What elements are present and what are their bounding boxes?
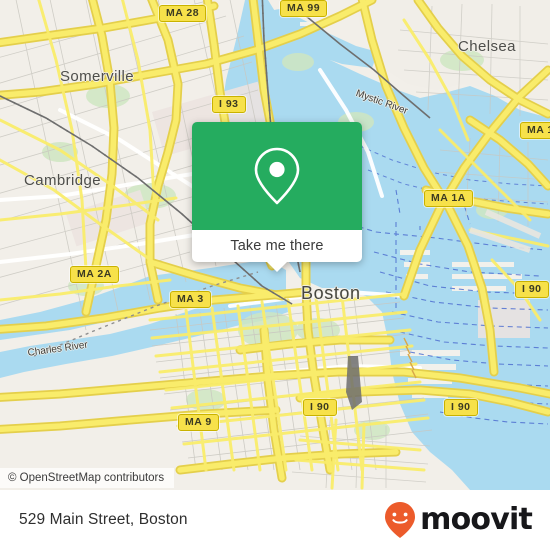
highway-shield-ma-99: MA 99 [280, 0, 328, 17]
popup-pointer-tail [267, 262, 287, 272]
highway-shield-ma-1: MA 1 [520, 122, 550, 139]
highway-shield-i-90-downtown: I 90 [303, 399, 337, 416]
take-me-there-button[interactable]: Take me there [192, 230, 362, 272]
footer-bar: 529 Main Street, Boston moovit [0, 490, 550, 550]
highway-shield-ma-9: MA 9 [178, 414, 219, 431]
map-viewport[interactable]: Somerville Cambridge Chelsea Boston Myst… [0, 0, 550, 490]
location-popup-card[interactable]: Take me there [192, 122, 362, 272]
popup-icon-panel [192, 122, 362, 230]
highway-shield-ma-2a: MA 2A [70, 266, 119, 283]
highway-shield-ma-3: MA 3 [170, 291, 211, 308]
moovit-logo[interactable]: moovit [382, 500, 533, 540]
moovit-wordmark: moovit [420, 502, 533, 537]
map-pin-icon [254, 147, 300, 205]
highway-shield-i-93: I 93 [212, 96, 246, 113]
address-label: 529 Main Street, Boston [19, 511, 188, 528]
highway-shield-i-90-south: I 90 [444, 399, 478, 416]
highway-shield-i-90-harbor: I 90 [515, 281, 549, 298]
highway-shield-ma-28: MA 28 [159, 5, 207, 22]
moovit-pin-icon [385, 502, 416, 538]
highway-shield-ma-1a: MA 1A [424, 190, 473, 207]
take-me-there-label: Take me there [230, 238, 324, 254]
map-screen: Somerville Cambridge Chelsea Boston Myst… [0, 0, 550, 550]
osm-attribution[interactable]: © OpenStreetMap contributors [0, 468, 175, 488]
